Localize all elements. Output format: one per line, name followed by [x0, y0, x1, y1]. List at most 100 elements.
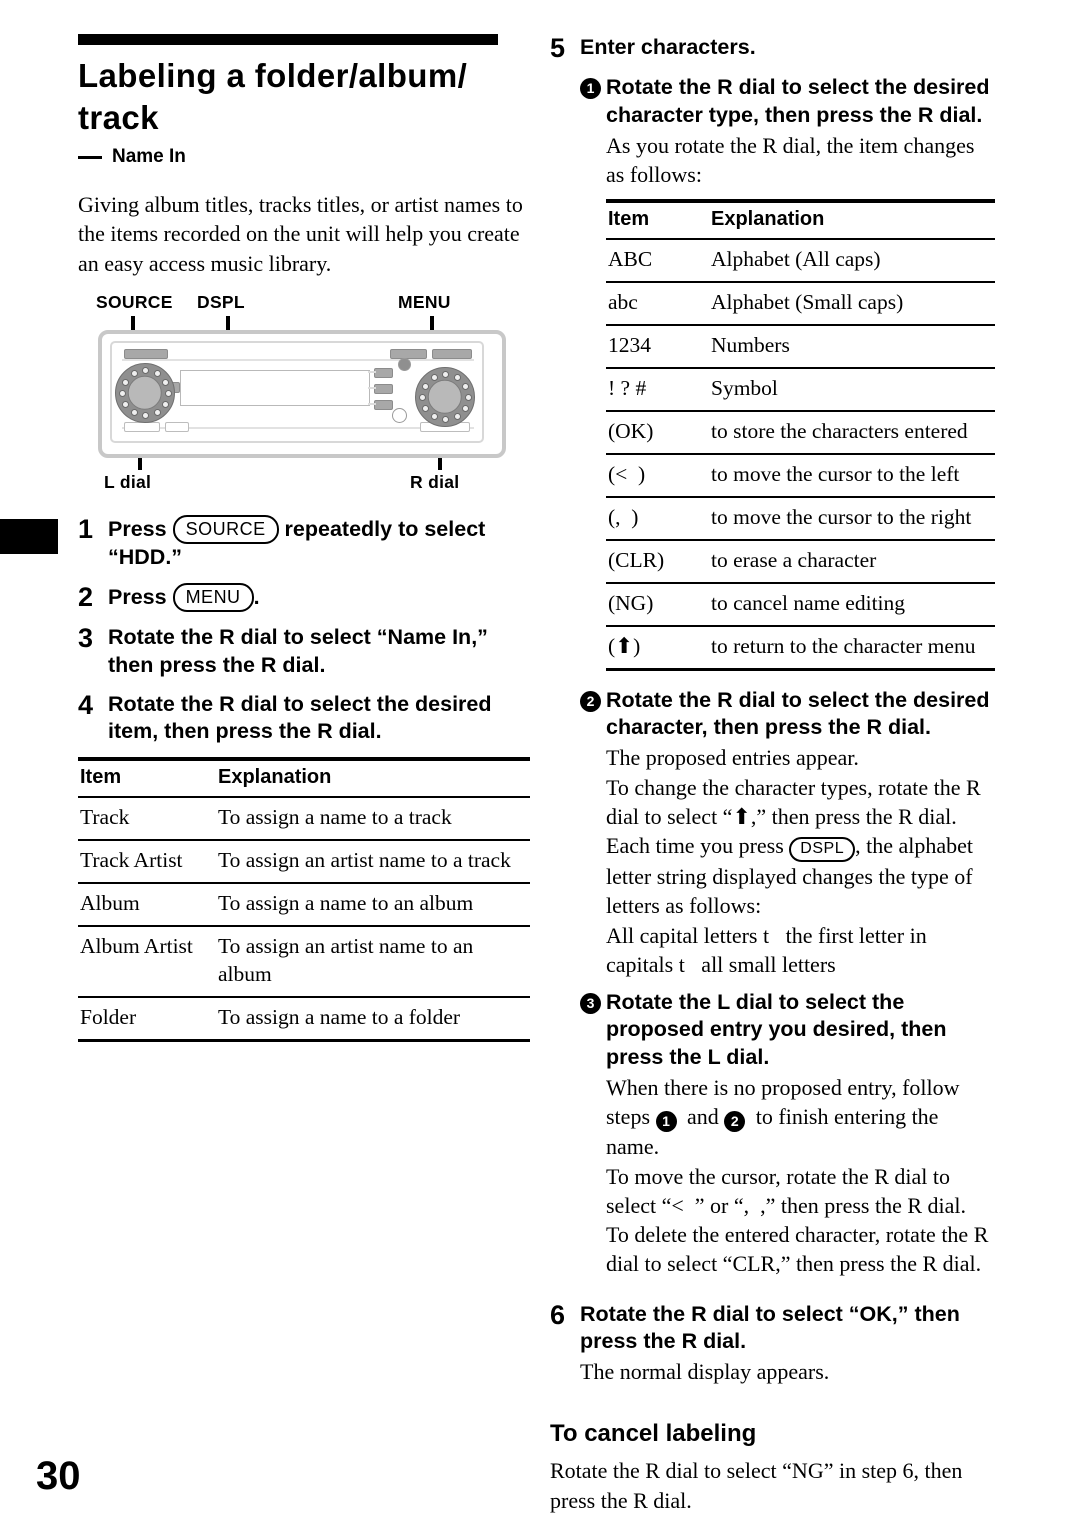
table-cell-explanation: Numbers [709, 325, 995, 370]
dspl-keycap[interactable]: DSPL [789, 837, 856, 863]
substep-3: 3 Rotate the L dial to select the propos… [580, 989, 995, 1278]
section-subheading-label: Name In [112, 146, 186, 168]
reset-button-icon[interactable] [392, 407, 407, 423]
table-cell-explanation: to cancel name editing [709, 582, 995, 627]
inline-marker-1: 1 [655, 1111, 677, 1133]
table-cell-item: Track [78, 797, 216, 842]
table-cell-explanation: Symbol [709, 368, 995, 413]
step-1-number: 1 [78, 513, 94, 544]
table-row: Album To assign a name to an album [78, 883, 530, 928]
table-cell-explanation: to erase a character [709, 540, 995, 584]
callout-menu-label: MENU [398, 291, 451, 312]
table-cell-item: Folder [78, 997, 216, 1043]
table-cell-explanation: To assign an artist name to an album [216, 926, 530, 999]
table-cell-explanation: to move the cursor to the left [709, 454, 995, 499]
left-column: Labeling a folder/album/ track Name In G… [78, 34, 530, 1048]
substep-3-line-3: To delete the entered character, rotate … [606, 1222, 989, 1277]
callout-dspl-label: DSPL [197, 291, 245, 312]
right-column: 5 Enter characters. 1 Rotate the R dial … [550, 34, 995, 1529]
table-cell-explanation: Alphabet (All caps) [709, 239, 995, 284]
table-cell-explanation: To assign a name to a folder [216, 997, 530, 1043]
device-diagram: SOURCE DSPL MENU L dial R dial [78, 292, 530, 497]
table-row: Track Artist To assign an artist name to… [78, 840, 530, 885]
substep-2: 2 Rotate the R dial to select the desire… [580, 687, 995, 979]
table-row: (⬆) to return to the character menu [606, 625, 995, 671]
step-3-text: Rotate the R dial to select “Name In,” t… [108, 625, 488, 677]
table-cell-item: (< ) [606, 454, 709, 499]
table-row: abc Alphabet (Small caps) [606, 282, 995, 327]
table-cell-item: 1234 [606, 325, 709, 370]
substep-1-body: Rotate the R dial to select the desired … [606, 74, 995, 676]
substep-2-line-3a: Each time you press [606, 833, 790, 859]
source-button[interactable] [124, 348, 168, 359]
substep-2-line-4: All capital letters t the first letter i… [606, 922, 927, 977]
table-row: (, ) to move the cursor to the right [606, 497, 995, 541]
table-cell-explanation: To assign a name to an album [216, 883, 530, 928]
table-cell-item: abc [606, 282, 709, 327]
step-6: 6 Rotate the R dial to select “OK,” then… [550, 1300, 995, 1387]
table-row: 1234 Numbers [606, 325, 995, 370]
substep-2-line-1: The proposed entries appear. [606, 745, 859, 771]
dash-rule-icon [78, 155, 102, 159]
table-cell-explanation: To assign a name to a track [216, 797, 530, 842]
substep-1-title: Rotate the R dial to select the desired … [606, 75, 990, 127]
step-6-title: Rotate the R dial to select “OK,” then p… [580, 1301, 960, 1353]
step-2-text: Press MENU. [108, 583, 530, 613]
substep-3-line-2: To move the cursor, rotate the R dial to… [606, 1163, 967, 1218]
display-screen [180, 369, 370, 406]
bottom-left-button-2[interactable] [165, 421, 189, 432]
step-4-number: 4 [78, 689, 94, 720]
step-5-number: 5 [550, 33, 566, 63]
step-1: 1 Press SOURCE repeatedly to select “HDD… [78, 515, 530, 571]
table-cell-item: Album Artist [78, 926, 216, 999]
step-6-body-wrap: Rotate the R dial to select “OK,” then p… [580, 1301, 995, 1387]
page-title: Labeling a folder/album/ track [78, 57, 468, 136]
substep-3-line-1-mid: and [681, 1104, 725, 1130]
source-keycap[interactable]: SOURCE [172, 514, 279, 544]
cancel-labeling-heading: To cancel labeling [550, 1420, 757, 1448]
step-1-text: Press SOURCE repeatedly to select “HDD.” [108, 514, 530, 571]
page-number: 30 [36, 1454, 81, 1498]
step-3-number: 3 [78, 623, 94, 654]
table-cell-explanation: To assign an artist name to a track [216, 840, 530, 885]
substep-3-marker: 3 [580, 993, 601, 1015]
r-dial[interactable] [415, 366, 475, 427]
table-row: (< ) to move the cursor to the left [606, 454, 995, 499]
table-header-item: Item [606, 199, 709, 241]
preset-button-2[interactable] [374, 383, 393, 394]
table-row: Album Artist To assign an artist name to… [78, 926, 530, 999]
preset-button-1[interactable] [374, 367, 393, 378]
table-row: ABC Alphabet (All caps) [606, 239, 995, 284]
table-cell-item: ABC [606, 239, 709, 284]
l-dial[interactable] [115, 362, 175, 423]
bottom-left-button-1[interactable] [124, 421, 160, 432]
preset-button-3[interactable] [374, 399, 393, 410]
menu-button[interactable] [390, 348, 427, 359]
menu-keycap[interactable]: MENU [172, 583, 254, 613]
step-5-substeps: 1 Rotate the R dial to select the desire… [580, 74, 995, 1278]
name-in-items-table: Item Explanation Track To assign a name … [78, 757, 530, 1043]
callout-source-label: SOURCE [96, 291, 173, 312]
section-subheading: Name In [78, 146, 530, 168]
left-steps-list: 1 Press SOURCE repeatedly to select “HDD… [78, 515, 530, 745]
table-cell-item: Track Artist [78, 840, 216, 885]
title-rule [78, 34, 498, 45]
preset-line-3 [368, 402, 376, 405]
table-header-row: Item Explanation [606, 199, 995, 241]
step-5: 5 Enter characters. [550, 33, 995, 63]
step-2-number: 2 [78, 582, 94, 613]
substep-2-line-2b: ,” then press the R dial. [750, 803, 957, 829]
preset-line-2 [368, 386, 376, 389]
r-dial-hub[interactable] [427, 379, 463, 415]
substep-1-marker: 1 [580, 78, 601, 100]
step-4: 4 Rotate the R dial to select the desire… [78, 689, 530, 746]
menu-knob-icon[interactable] [398, 357, 411, 371]
table-cell-item: (CLR) [606, 540, 709, 584]
step-4-text: Rotate the R dial to select the desired … [108, 691, 492, 744]
substep-2-body: Rotate the R dial to select the desired … [606, 687, 995, 979]
manual-page: Labeling a folder/album/ track Name In G… [0, 0, 1080, 1529]
top-right-button[interactable] [432, 348, 472, 359]
table-row: Folder To assign a name to a folder [78, 997, 530, 1043]
step-5-title: Enter characters. [580, 35, 756, 59]
l-dial-hub[interactable] [127, 375, 163, 411]
